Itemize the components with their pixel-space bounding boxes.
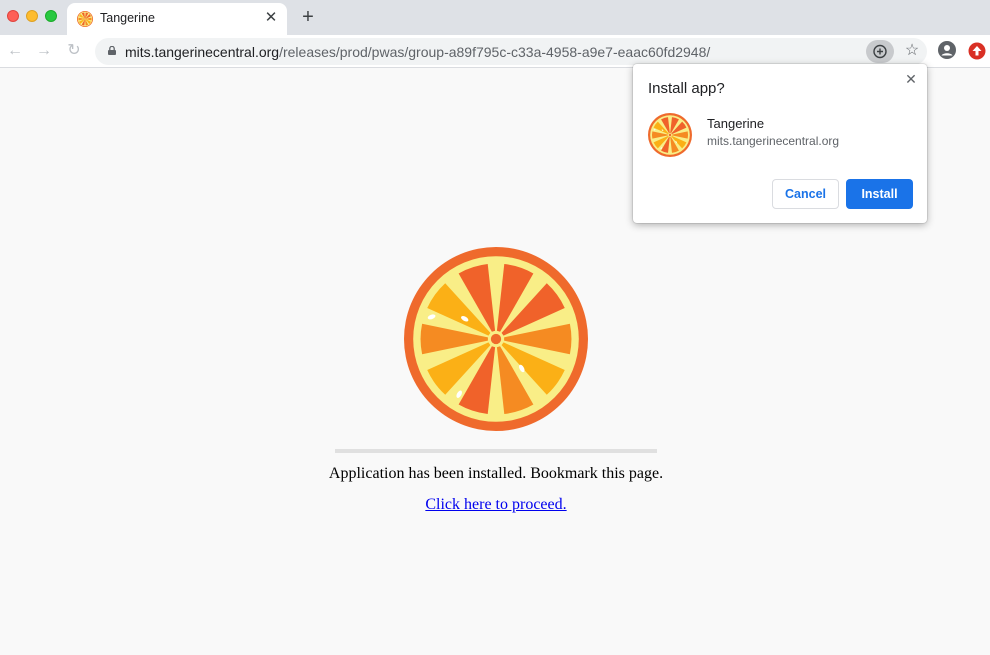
app-orange-icon [648,113,692,157]
proceed-link[interactable]: Click here to proceed. [425,496,566,513]
lock-icon [108,46,116,55]
orange-slice-icon [77,11,93,27]
address-bar[interactable]: mits.tangerinecentral.org/releases/prod/… [95,38,927,65]
install-button[interactable]: Install [846,179,913,209]
tab-title: Tangerine [100,11,155,25]
install-app-dialog: Install app? ✕ Tangerine mits.tangerinec… [633,64,927,223]
proceed-link-container: Click here to proceed. [0,496,990,514]
bookmark-star-icon[interactable]: ☆ [903,42,921,60]
profile-icon[interactable] [938,41,956,59]
window-minimize-button[interactable] [26,10,38,22]
forward-arrow-icon[interactable]: → [34,41,54,61]
install-app-icon[interactable] [866,40,894,63]
app-origin: mits.tangerinecentral.org [707,134,840,148]
tab-strip: Tangerine ✕ + [0,0,990,35]
tab-close-icon[interactable]: ✕ [263,9,279,27]
url-host: mits.tangerinecentral.org [125,44,280,60]
window-close-button[interactable] [7,10,19,22]
dialog-title: Install app? [648,80,725,97]
window-zoom-button[interactable] [45,10,57,22]
install-status-message: Application has been installed. Bookmark… [328,465,664,482]
new-tab-button[interactable]: + [298,6,318,28]
app-name: Tangerine [707,116,765,131]
install-progress-bar [335,449,657,453]
install-progress-fill [335,449,657,453]
browser-tab[interactable]: Tangerine ✕ [67,3,287,35]
extension-update-icon[interactable] [968,42,986,60]
url-path: /releases/prod/pwas/group-a89f795c-c33a-… [279,44,711,60]
cancel-button[interactable]: Cancel [772,179,839,209]
reload-icon[interactable]: ↻ [64,41,84,61]
tangerine-logo-icon [404,247,588,431]
url-text: mits.tangerinecentral.org/releases/prod/… [125,44,710,60]
back-arrow-icon[interactable]: ← [5,41,25,61]
dialog-close-icon[interactable]: ✕ [903,70,919,88]
